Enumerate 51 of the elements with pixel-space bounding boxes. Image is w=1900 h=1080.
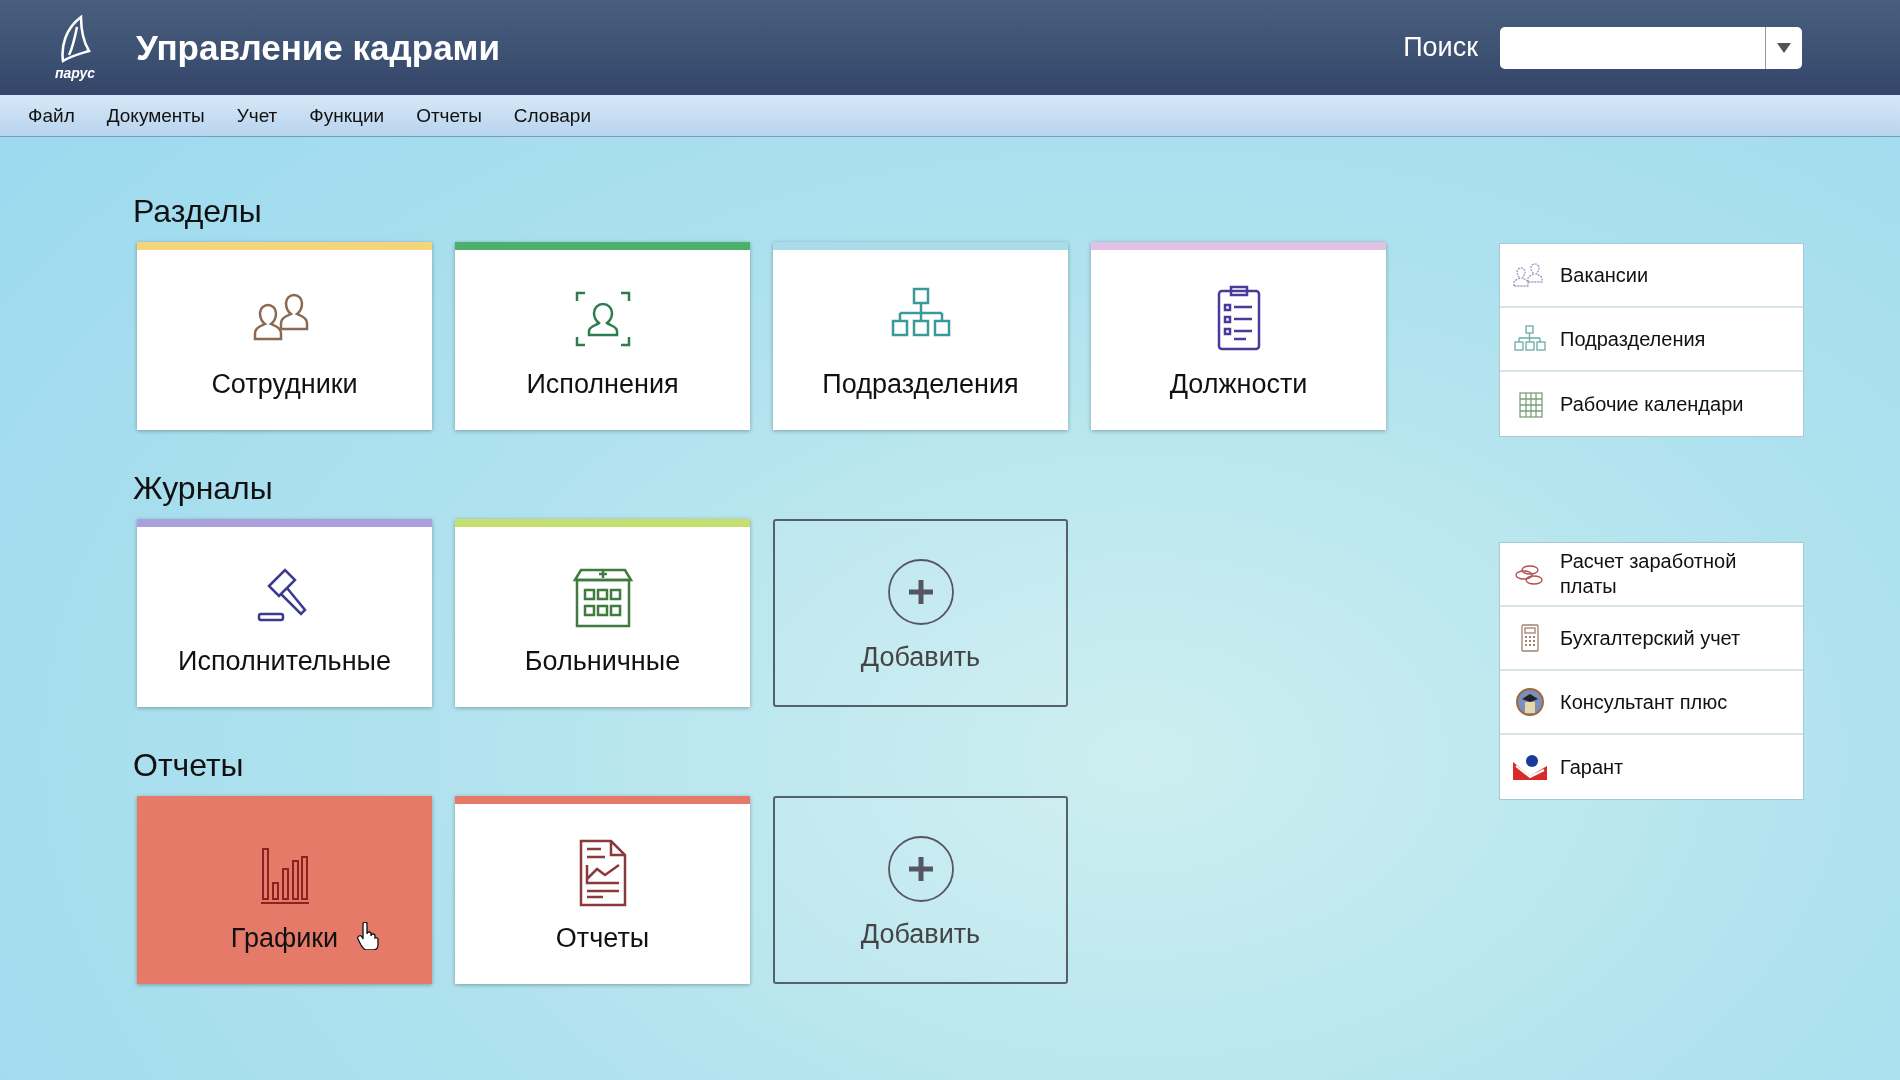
caret-icon xyxy=(1777,42,1791,53)
add-tile[interactable]: Добавить xyxy=(773,519,1068,707)
link-item[interactable]: Рабочие календари xyxy=(1500,372,1803,436)
section-tile[interactable]: Сотрудники xyxy=(137,242,432,430)
tile-label: Должности xyxy=(1169,368,1308,400)
link-item[interactable]: Консультант плюс xyxy=(1500,671,1803,735)
figure-logo-icon xyxy=(1512,752,1548,782)
tile-label: Графики xyxy=(230,922,339,954)
section-tile[interactable]: Больничные xyxy=(455,519,750,707)
tile-label: Сотрудники xyxy=(211,368,358,400)
link-item[interactable]: Бухгалтерский учет xyxy=(1500,607,1803,671)
tile-label: Больничные xyxy=(524,645,681,677)
tile-label: Исполнительные xyxy=(177,645,391,677)
section-tile[interactable]: Отчеты xyxy=(455,796,750,984)
section-tile[interactable]: Исполнительные xyxy=(137,519,432,707)
menu-item[interactable]: Функции xyxy=(309,104,385,127)
link-label: Вакансии xyxy=(1560,262,1649,288)
app-title: Управление кадрами xyxy=(136,27,501,68)
menu-item[interactable]: Словари xyxy=(513,104,592,127)
section-tile[interactable]: Графики xyxy=(137,796,432,984)
add-tile[interactable]: Добавить xyxy=(773,796,1068,984)
link-item[interactable]: Вакансии xyxy=(1500,244,1803,308)
tile-label: Добавить xyxy=(860,641,981,673)
section-tile[interactable]: Подразделения xyxy=(773,242,1068,430)
link-label: Расчет заработной платы xyxy=(1560,549,1738,599)
org-chart-icon xyxy=(1512,324,1548,354)
link-item[interactable]: Гарант xyxy=(1500,735,1803,799)
section-heading: Отчеты xyxy=(133,747,245,784)
tile-label: Добавить xyxy=(860,918,981,950)
menu-item[interactable]: Учет xyxy=(236,104,278,127)
search-field[interactable] xyxy=(1500,26,1802,69)
link-label: Консультант плюс xyxy=(1560,689,1728,715)
tile-label: Исполнения xyxy=(526,368,679,400)
menu-item[interactable]: Файл xyxy=(28,104,75,127)
menu-item[interactable]: Документы xyxy=(106,104,205,127)
hand-cursor-icon xyxy=(357,922,379,950)
section-heading: Журналы xyxy=(133,470,274,507)
section-heading: Разделы xyxy=(133,193,263,230)
link-item[interactable]: Расчет заработной платы xyxy=(1500,543,1803,607)
link-label: Подразделения xyxy=(1560,326,1706,352)
section-tile[interactable]: Исполнения xyxy=(455,242,750,430)
link-label: Бухгалтерский учет xyxy=(1560,625,1741,651)
link-item[interactable]: Подразделения xyxy=(1500,308,1803,372)
section-tile[interactable]: Должности xyxy=(1091,242,1386,430)
menu-item[interactable]: Отчеты xyxy=(416,104,482,127)
link-label: Гарант xyxy=(1560,754,1624,780)
tile-label: Подразделения xyxy=(822,368,1019,400)
tile-label: Отчеты xyxy=(555,922,650,954)
logo-text: парус xyxy=(54,64,96,81)
search-label: Поиск xyxy=(1403,32,1478,63)
link-label: Рабочие календари xyxy=(1560,391,1744,417)
